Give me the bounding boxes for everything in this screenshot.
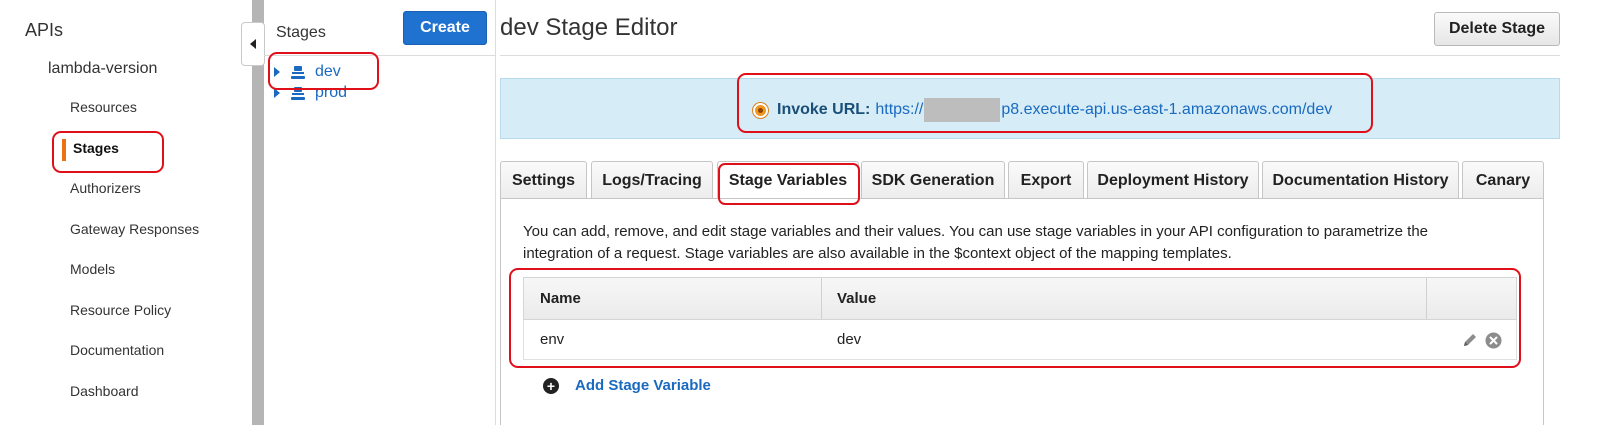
nav-item-resource-policy[interactable]: Resource Policy — [70, 302, 171, 318]
nav-item-dashboard[interactable]: Dashboard — [70, 383, 139, 399]
annotation-highlight-table — [509, 268, 1521, 368]
nav-item-authorizers[interactable]: Authorizers — [70, 180, 141, 196]
add-stage-variable-label[interactable]: Add Stage Variable — [575, 377, 711, 394]
delete-stage-button[interactable]: Delete Stage — [1434, 12, 1560, 46]
tab-sdk-generation[interactable]: SDK Generation — [861, 161, 1005, 199]
create-stage-button[interactable]: Create — [403, 11, 487, 45]
api-name[interactable]: lambda-version — [48, 60, 157, 78]
add-stage-variable-button[interactable]: + Add Stage Variable — [543, 377, 711, 394]
annotation-highlight-tab — [718, 163, 860, 205]
tab-deployment-history[interactable]: Deployment History — [1087, 161, 1259, 199]
page-title: dev Stage Editor — [500, 14, 678, 41]
tab-export[interactable]: Export — [1008, 161, 1084, 199]
nav-item-resources[interactable]: Resources — [70, 99, 137, 115]
tab-logs-tracing[interactable]: Logs/Tracing — [591, 161, 713, 199]
tab-documentation-history[interactable]: Documentation History — [1262, 161, 1459, 199]
stages-title: Stages — [276, 24, 326, 41]
tab-settings[interactable]: Settings — [500, 161, 587, 199]
nav-item-documentation[interactable]: Documentation — [70, 342, 164, 358]
stage-variables-description: You can add, remove, and edit stage vari… — [523, 223, 1429, 262]
tab-canary[interactable]: Canary — [1462, 161, 1544, 199]
divider — [500, 55, 1560, 56]
collapse-sidebar-button[interactable] — [241, 22, 265, 66]
apis-link[interactable]: APIs — [25, 20, 63, 41]
annotation-highlight-dev — [268, 52, 379, 90]
annotation-highlight-invoke-url — [737, 73, 1373, 133]
chevron-left-icon — [250, 39, 256, 49]
plus-circle-icon: + — [543, 377, 559, 394]
nav-item-gateway-responses[interactable]: Gateway Responses — [70, 221, 199, 237]
nav-item-models[interactable]: Models — [70, 261, 115, 277]
annotation-highlight-stages — [52, 131, 164, 173]
left-navigation: APIs lambda-version Resources Stages Aut… — [0, 0, 252, 425]
